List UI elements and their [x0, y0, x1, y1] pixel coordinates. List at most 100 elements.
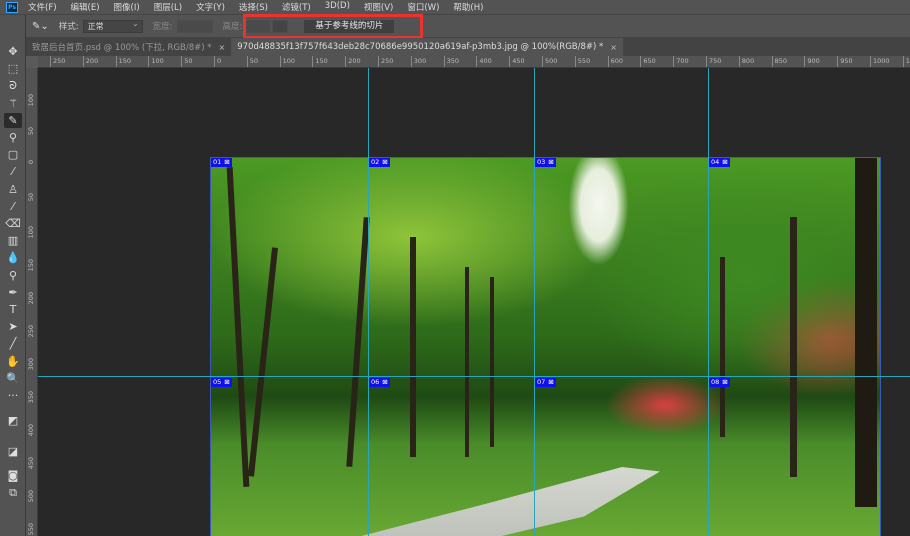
zoom-tool-icon[interactable]: 🔍	[4, 371, 22, 386]
ruler-label: 750	[705, 56, 722, 67]
guide-horizontal[interactable]	[38, 376, 910, 377]
slice-label[interactable]: 04 ⊠	[709, 158, 730, 167]
close-icon[interactable]: ×	[219, 43, 226, 52]
guide-vertical[interactable]	[368, 68, 369, 536]
slice-number: 06	[371, 378, 380, 386]
tab-jpg[interactable]: 970d48835f13f757f643deb28c70686e9950120a…	[231, 38, 623, 56]
ruler-label: 250	[27, 325, 35, 338]
ruler-label: 700	[673, 56, 689, 67]
vertical-ruler[interactable]: 100 50 0 50 100 150 200 250 300 350 400 450 500 550	[26, 56, 38, 536]
ruler-label: 50	[27, 127, 35, 136]
ruler-label: 350	[27, 391, 35, 404]
gradient-tool-icon[interactable]: ▥	[4, 233, 22, 248]
tools-panel: ✥ ⬚ ᘐ ⚚ ✎ ⚲ ▢ ⁄ ♙ ⁄ ⌫ ▥ 💧 ⚲ ✒ T ➤ ╱ ✋ 🔍 ··· ◩ ◪ ◙ ⧉	[0, 15, 26, 536]
quick-mask-tool-icon[interactable]: ◙	[4, 468, 22, 483]
slice-number: 05	[213, 378, 222, 386]
menu-item[interactable]: 图层(L)	[154, 1, 182, 13]
slice-label[interactable]: 08 ⊠	[709, 378, 730, 387]
menu-item[interactable]: 文件(F)	[28, 1, 57, 13]
ruler-label: 550	[27, 523, 35, 536]
slice-label[interactable]: 03 ⊠	[535, 158, 556, 167]
menu-bar: Ps 文件(F) 编辑(E) 图像(I) 图层(L) 文字(Y) 选择(S) 滤镜(T) 3D…	[0, 0, 910, 15]
ruler-label: 950	[837, 56, 853, 67]
menu-item[interactable]: 窗口(W)	[407, 1, 439, 13]
menu-item[interactable]: 文字(Y)	[196, 1, 225, 13]
ruler-label: 100	[27, 226, 35, 239]
slice-number: 04	[711, 158, 720, 166]
slice-image-icon: ⊠	[722, 158, 728, 166]
horizontal-ruler[interactable]: 250 200 150 100 50 0 50 100 150 200 250 300 350 400 45…	[38, 56, 910, 68]
document-tabs: 致居后台首页.psd @ 100% (下拉, RGB/8#) * × 970d48…	[26, 38, 910, 56]
menu-item[interactable]: 3D(D)	[325, 1, 350, 13]
photoshop-logo-icon: Ps	[6, 1, 18, 13]
guide-vertical[interactable]	[534, 68, 535, 536]
menu-item[interactable]: 视图(V)	[364, 1, 393, 13]
ruler-label: 200	[345, 56, 361, 67]
marquee-tool-icon[interactable]: ⬚	[4, 61, 22, 76]
ruler-label: 350	[443, 56, 460, 67]
style-label: 样式:	[58, 22, 79, 32]
ruler-label: 600	[607, 56, 624, 67]
screen-mode-tool-icon[interactable]: ⧉	[4, 485, 22, 500]
menu-item[interactable]: 帮助(H)	[453, 1, 483, 13]
slice-image-icon: ⊠	[382, 378, 388, 386]
magic-wand-tool-icon[interactable]: ⚚	[4, 96, 22, 111]
pen-tool-icon[interactable]: ✒	[4, 285, 22, 300]
colors-tool-icon[interactable]: ◪	[4, 444, 22, 459]
brush-tool-icon[interactable]: ⁄	[4, 164, 22, 179]
stamp-tool-icon[interactable]: ♙	[4, 182, 22, 197]
slice-label[interactable]: 06 ⊠	[369, 378, 390, 387]
eraser-tool-icon[interactable]: ⌫	[4, 216, 22, 231]
close-icon[interactable]: ×	[610, 43, 617, 52]
menu-item[interactable]: 选择(S)	[239, 1, 268, 13]
lasso-tool-icon[interactable]: ᘐ	[4, 78, 22, 93]
width-input[interactable]	[176, 19, 213, 33]
ruler-label: 300	[410, 56, 427, 67]
hand-tool-icon[interactable]: ✋	[4, 354, 22, 369]
eyedropper-tool-icon[interactable]: ⚲	[4, 130, 22, 145]
menu-item[interactable]: 滤镜(T)	[282, 1, 311, 13]
slice-label[interactable]: 01 ⊠	[211, 158, 232, 167]
ruler-label: 1050	[902, 56, 910, 67]
slice-number: 07	[537, 378, 546, 386]
type-tool-icon[interactable]: T	[4, 302, 22, 317]
slice-label[interactable]: 05 ⊠	[211, 378, 232, 387]
slice-tool-icon[interactable]: ✎	[4, 112, 22, 128]
slice-label[interactable]: 02 ⊠	[369, 158, 390, 167]
ruler-label: 150	[27, 259, 35, 272]
path-select-tool-icon[interactable]: ➤	[4, 319, 22, 334]
slice-label[interactable]: 07 ⊠	[535, 378, 556, 387]
ruler-label: 0	[27, 160, 35, 165]
menu-item[interactable]: 图像(I)	[114, 1, 140, 13]
slice-tool-icon[interactable]: ✎⌄	[32, 21, 49, 32]
slice-image-icon: ⊠	[224, 378, 230, 386]
slice-image-icon: ⊠	[224, 158, 230, 166]
guide-vertical[interactable]	[708, 68, 709, 536]
menu-item[interactable]: 编辑(E)	[71, 1, 100, 13]
slice-outline	[210, 157, 881, 536]
ruler-label: 100	[27, 94, 35, 107]
ruler-label: 900	[804, 56, 820, 67]
ruler-label: 800	[738, 56, 755, 67]
move-tool-icon[interactable]: ✥	[4, 44, 22, 59]
ruler-label: 400	[27, 424, 35, 437]
default-colors-tool-icon[interactable]: ◩	[4, 413, 22, 428]
style-select[interactable]: 正常	[82, 18, 143, 33]
ruler-label: 50	[27, 193, 35, 202]
more-tool-icon[interactable]: ···	[4, 388, 22, 403]
width-label: 宽度:	[152, 22, 173, 32]
ruler-label: 500	[27, 490, 35, 503]
line-tool-icon[interactable]: ╱	[4, 336, 22, 351]
frame-tool-icon[interactable]: ▢	[4, 147, 22, 162]
canvas[interactable]: 01 ⊠ 02 ⊠ 03 ⊠ 04 ⊠ 05 ⊠ 06 ⊠ 07 ⊠ 08 ⊠	[38, 68, 910, 536]
tab-psd[interactable]: 致居后台首页.psd @ 100% (下拉, RGB/8#) * ×	[26, 38, 231, 56]
tab-label: 致居后台首页.psd @ 100% (下拉, RGB/8#) *	[32, 43, 212, 53]
ruler-label: 400	[476, 56, 492, 67]
blur-tool-icon[interactable]: 💧	[4, 250, 22, 265]
dodge-tool-icon[interactable]: ⚲	[4, 268, 22, 283]
history-brush-tool-icon[interactable]: ⁄	[4, 199, 22, 214]
ruler-label: 650	[640, 56, 656, 67]
options-bar: ✎⌄ 样式: 正常 宽度: 高度: 基于参考线的切片	[0, 15, 910, 38]
slice-number: 01	[213, 158, 222, 166]
ruler-label: 250	[49, 56, 66, 67]
